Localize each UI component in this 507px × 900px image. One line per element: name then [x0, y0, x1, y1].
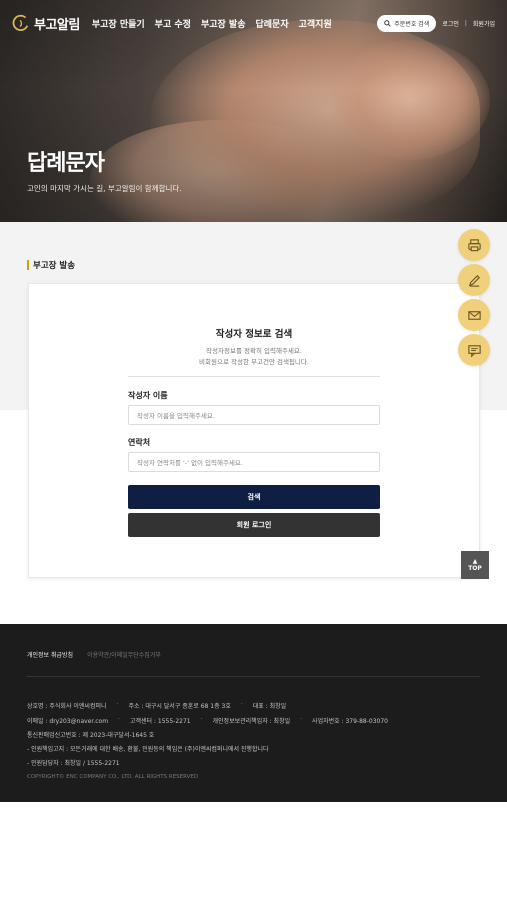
- print-icon: [467, 238, 481, 251]
- nav-customer-support[interactable]: 고객지원: [299, 17, 332, 30]
- member-login-button[interactable]: 회원 로그인: [128, 513, 380, 537]
- nav-edit-obituary[interactable]: 부고 수정: [155, 17, 191, 30]
- section-marker: [27, 260, 29, 270]
- author-name-input[interactable]: 작성자 이름을 입력해주세요.: [128, 405, 380, 425]
- footer-address: 주소 : 대구시 달서구 종훈로 68 1층 3호: [128, 703, 231, 710]
- pen-icon: [468, 274, 480, 287]
- footer-service-center: 고객센터 : 1555-2271: [129, 718, 191, 725]
- search-form-card: 작성자 정보로 검색 작성자정보를 정확히 입력해주세요. 비회원으로 작성한 …: [28, 283, 480, 578]
- nav-send-obituary[interactable]: 부고장 발송: [201, 17, 246, 30]
- order-search-button[interactable]: 주문번호 검색: [377, 14, 437, 32]
- signup-link[interactable]: 회원가입: [473, 19, 495, 28]
- header-separator: |: [464, 19, 467, 27]
- logo-mark-icon: [12, 14, 29, 32]
- scroll-top-button[interactable]: ▲ TOP: [461, 551, 489, 579]
- quick-message-button[interactable]: [458, 334, 490, 366]
- footer-copyright: COPYRIGHT© ENC COMPANY CO., LTD. ALL RIG…: [27, 774, 199, 780]
- section-heading-text: 부고장 발송: [33, 261, 76, 271]
- page-title: 답례문자: [27, 151, 105, 176]
- footer-notice: - 인원책임고지 : 모든거래에 대한 배송, 환불, 민원등의 책임은 (주)…: [27, 746, 269, 753]
- footer-privacy-officer: 개인정보보관리책임자 : 최창일: [212, 718, 291, 725]
- footer-contact: - 민원담당자 : 최창일 / 1555-2271: [27, 760, 120, 767]
- main-nav: 부고장 만들기 부고 수정 부고장 발송 답례문자 고객지원: [92, 17, 332, 30]
- page-subtitle: 고인의 마지막 가시는 길, 부고알림이 함께합니다.: [27, 184, 182, 193]
- footer-company: 상호명 : 주식회사 이엔씨컴퍼니: [27, 703, 107, 710]
- logo[interactable]: 부고알림: [12, 14, 80, 33]
- nav-create-obituary[interactable]: 부고장 만들기: [92, 17, 145, 30]
- footer-ceo: 대표 : 최창일: [252, 703, 287, 710]
- author-name-label: 작성자 이름: [128, 391, 168, 400]
- footer-mail-order-no: 통신판매업신고번호 : 제 2023-대구달서-1645 호: [27, 732, 155, 739]
- order-search-label: 주문번호 검색: [394, 20, 430, 28]
- quick-print-button[interactable]: [458, 229, 490, 261]
- author-name-placeholder: 작성자 이름을 입력해주세요.: [137, 412, 215, 420]
- form-description-2: 비회원으로 작성한 부고건만 검색됩니다.: [199, 358, 309, 366]
- footer-divider: [27, 676, 480, 677]
- search-icon: [384, 19, 391, 27]
- top-header: 부고알림 부고장 만들기 부고 수정 부고장 발송 답례문자 고객지원 주문번호…: [0, 0, 507, 46]
- search-button[interactable]: 검색: [128, 485, 380, 509]
- footer-terms-link[interactable]: 이용약관/이메일무단수집거부: [87, 650, 161, 659]
- form-description-1: 작성자정보를 정확히 입력해주세요.: [206, 347, 302, 355]
- form-title: 작성자 정보로 검색: [215, 329, 293, 340]
- quick-write-button[interactable]: [458, 264, 490, 296]
- footer-email: 이메일 : dry203@naver.com: [27, 718, 109, 725]
- footer: 개인정보 취급방침 이용약관/이메일무단수집거부 상호명 : 주식회사 이엔씨컴…: [0, 624, 507, 802]
- quick-mail-button[interactable]: [458, 299, 490, 331]
- login-link[interactable]: 로그인: [442, 19, 459, 28]
- footer-privacy-link[interactable]: 개인정보 취급방침: [27, 650, 73, 659]
- message-icon: [467, 344, 481, 357]
- footer-business-no: 사업자번호 : 379-88-03070: [312, 718, 388, 725]
- nav-thank-you-message[interactable]: 답례문자: [255, 17, 288, 30]
- phone-label: 연락처: [128, 438, 151, 447]
- scroll-top-label: TOP: [468, 564, 482, 572]
- form-divider: [128, 376, 380, 377]
- phone-input[interactable]: 작성자 연락처를 '-' 없이 입력해주세요.: [128, 452, 380, 472]
- section-heading: 부고장 발송: [27, 259, 75, 271]
- logo-text: 부고알림: [34, 17, 80, 33]
- envelope-icon: [467, 310, 481, 320]
- phone-placeholder: 작성자 연락처를 '-' 없이 입력해주세요.: [137, 459, 243, 467]
